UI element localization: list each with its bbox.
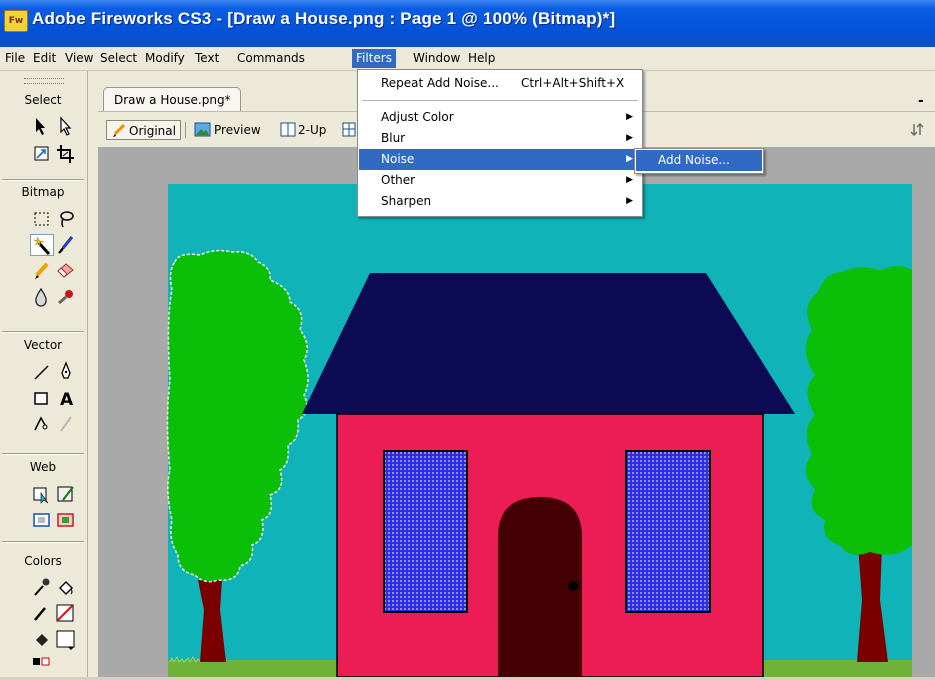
repeat-add-noise-label: Repeat Add Noise... [381,76,499,90]
submenu-arrow-icon: ▶ [626,133,633,143]
repeat-add-noise-shortcut: Ctrl+Alt+Shift+X [521,76,625,90]
blur-label: Blur [381,131,406,145]
sharpen-item[interactable]: Sharpen ▶ [359,191,641,212]
add-noise-item[interactable]: Add Noise... [636,150,762,171]
house-window-right [625,450,711,613]
adjust-color-item[interactable]: Adjust Color ▶ [359,107,641,128]
sharpen-label: Sharpen [381,194,432,208]
add-noise-label: Add Noise... [658,153,730,167]
noise-submenu: Add Noise... [634,148,764,174]
other-item[interactable]: Other ▶ [359,170,641,191]
submenu-arrow-icon: ▶ [626,112,633,122]
door-knob [568,581,578,591]
submenu-arrow-icon: ▶ [626,196,633,206]
house-window-left [383,450,468,613]
submenu-arrow-icon: ▶ [626,154,633,164]
noise-item[interactable]: Noise ▶ [359,149,641,170]
submenu-arrow-icon: ▶ [626,175,633,185]
menu-separator [362,100,638,101]
adjust-color-label: Adjust Color [381,110,454,124]
repeat-add-noise-item[interactable]: Repeat Add Noise... Ctrl+Alt+Shift+X [359,73,641,94]
other-label: Other [381,173,416,187]
noise-label: Noise [381,152,415,166]
right-tree-foliage [805,266,912,555]
filters-menu: Repeat Add Noise... Ctrl+Alt+Shift+X Adj… [357,69,643,217]
blur-item[interactable]: Blur ▶ [359,128,641,149]
